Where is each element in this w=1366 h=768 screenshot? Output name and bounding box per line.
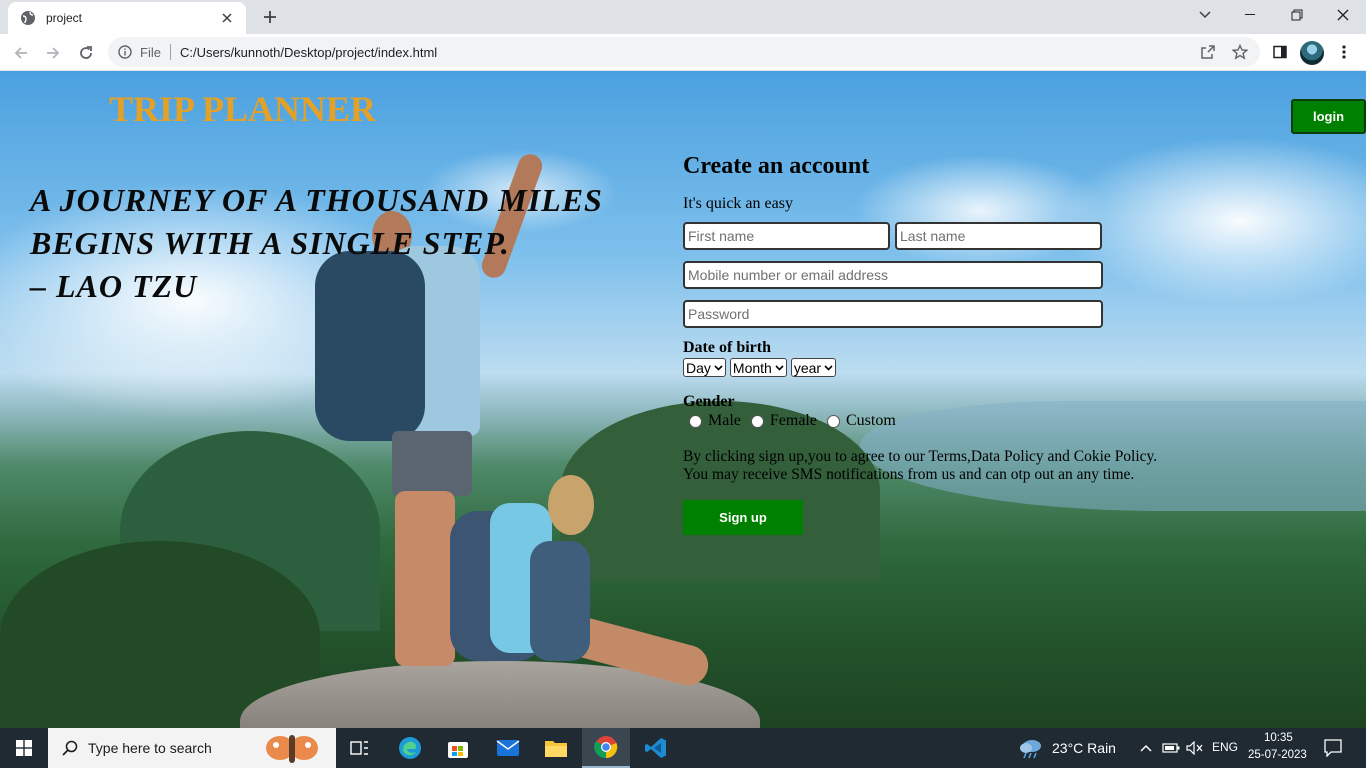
close-window-button[interactable] (1320, 0, 1366, 30)
terms-line: By clicking sign up,you to agree to our … (683, 448, 1158, 465)
vscode-icon[interactable] (632, 728, 680, 768)
month-select[interactable]: Month (729, 358, 787, 377)
task-view-icon[interactable] (336, 728, 384, 768)
gender-radio-custom[interactable] (826, 414, 840, 428)
url-scheme: File (140, 44, 161, 60)
info-icon[interactable] (118, 45, 132, 59)
mail-icon[interactable] (484, 728, 532, 768)
weather-rain-icon[interactable] (1014, 728, 1048, 768)
weather-text[interactable]: 23°C Rain (1052, 740, 1116, 756)
site-title: TRIP PLANNER (109, 89, 377, 129)
chevron-down-icon (714, 364, 723, 371)
terms-text: By clicking sign up,you to agree to our … (683, 448, 1183, 484)
browser-toolbar: File C:/Users/kunnoth/Desktop/project/in… (0, 34, 1366, 71)
search-highlight-icon (265, 735, 318, 763)
search-icon (62, 740, 78, 756)
url-separator (169, 44, 171, 60)
profile-avatar[interactable] (1300, 41, 1324, 65)
close-tab-icon[interactable] (218, 9, 236, 27)
hiker-sitting (530, 541, 590, 661)
quote-line: A JOURNEY OF A THOUSAND MILES (30, 182, 603, 218)
notification-icon[interactable] (1318, 728, 1348, 768)
gender-option-label: Male (708, 412, 741, 429)
minimize-button[interactable] (1228, 0, 1274, 30)
last-name-input[interactable] (895, 222, 1102, 250)
taskbar: Type here to search 23°C Rain ENG 10:35 … (0, 728, 1366, 768)
clock-date[interactable]: 25-07-2023 (1248, 749, 1307, 761)
clock-time[interactable]: 10:35 (1264, 732, 1293, 744)
day-select[interactable]: Day (683, 358, 726, 377)
tab-title: project (46, 11, 83, 25)
tab-search-icon[interactable] (1182, 0, 1228, 30)
gender-option-label: Custom (845, 412, 896, 429)
password-input[interactable] (683, 300, 1103, 328)
hiker-legs (395, 491, 455, 666)
windows-logo-icon (16, 740, 32, 756)
gender-option-label: Female (769, 412, 817, 429)
gender-label: Gender (683, 393, 735, 410)
quote-line: BEGINS WITH A SINGLE STEP. (30, 225, 510, 261)
tab-strip: project (0, 0, 1366, 34)
gender-radio-female[interactable] (750, 414, 764, 428)
language-indicator[interactable]: ENG (1212, 740, 1238, 754)
browser-tab[interactable]: project (8, 2, 246, 34)
year-select[interactable]: year (790, 358, 837, 377)
volume-muted-icon[interactable] (1184, 728, 1206, 768)
chevron-down-icon (824, 364, 833, 371)
form-heading: Create an account (683, 153, 870, 179)
chrome-icon[interactable] (582, 728, 630, 768)
gender-radio-male[interactable] (689, 414, 702, 428)
taskbar-search[interactable]: Type here to search (48, 728, 336, 768)
form-subtitle: It's quick an easy (683, 195, 793, 212)
menu-kebab-icon[interactable] (1334, 42, 1354, 62)
contact-input[interactable] (683, 261, 1103, 289)
store-icon[interactable] (434, 728, 482, 768)
hiker-shorts (392, 431, 472, 496)
login-button[interactable]: login (1291, 99, 1366, 134)
month-select-value: Month (732, 359, 772, 376)
year-select-value: year (793, 359, 822, 376)
new-tab-button[interactable] (258, 6, 282, 28)
side-panel-icon[interactable] (1270, 42, 1290, 62)
signup-button[interactable]: Sign up (683, 500, 803, 535)
reload-button[interactable] (73, 40, 99, 66)
forward-button[interactable] (40, 40, 66, 66)
restore-button[interactable] (1274, 0, 1320, 30)
day-select-value: Day (686, 359, 711, 376)
first-name-input[interactable] (683, 222, 890, 250)
page-viewport: TRIP PLANNER A JOURNEY OF A THOUSAND MIL… (0, 71, 1366, 728)
signup-form: Create an account It's quick an easy Dat… (683, 153, 1183, 535)
quote: A JOURNEY OF A THOUSAND MILES BEGINS WIT… (30, 179, 630, 308)
battery-icon[interactable] (1160, 728, 1182, 768)
edge-icon[interactable] (386, 728, 434, 768)
address-bar[interactable]: File C:/Users/kunnoth/Desktop/project/in… (108, 37, 1260, 67)
quote-line: – LAO TZU (30, 268, 198, 304)
terms-line: You may receive SMS notifications from u… (683, 466, 1135, 483)
hiker-sitting-head (548, 475, 594, 535)
dob-label: Date of birth (683, 339, 771, 356)
chevron-up-icon[interactable] (1136, 728, 1156, 768)
back-button[interactable] (8, 40, 34, 66)
share-icon[interactable] (1198, 42, 1218, 62)
file-explorer-icon[interactable] (532, 728, 580, 768)
chevron-down-icon (775, 364, 784, 371)
url-text[interactable]: C:/Users/kunnoth/Desktop/project/index.h… (180, 45, 437, 60)
globe-icon (20, 10, 36, 26)
bookmark-star-icon[interactable] (1230, 42, 1250, 62)
search-placeholder: Type here to search (88, 740, 212, 756)
start-button[interactable] (0, 728, 48, 768)
